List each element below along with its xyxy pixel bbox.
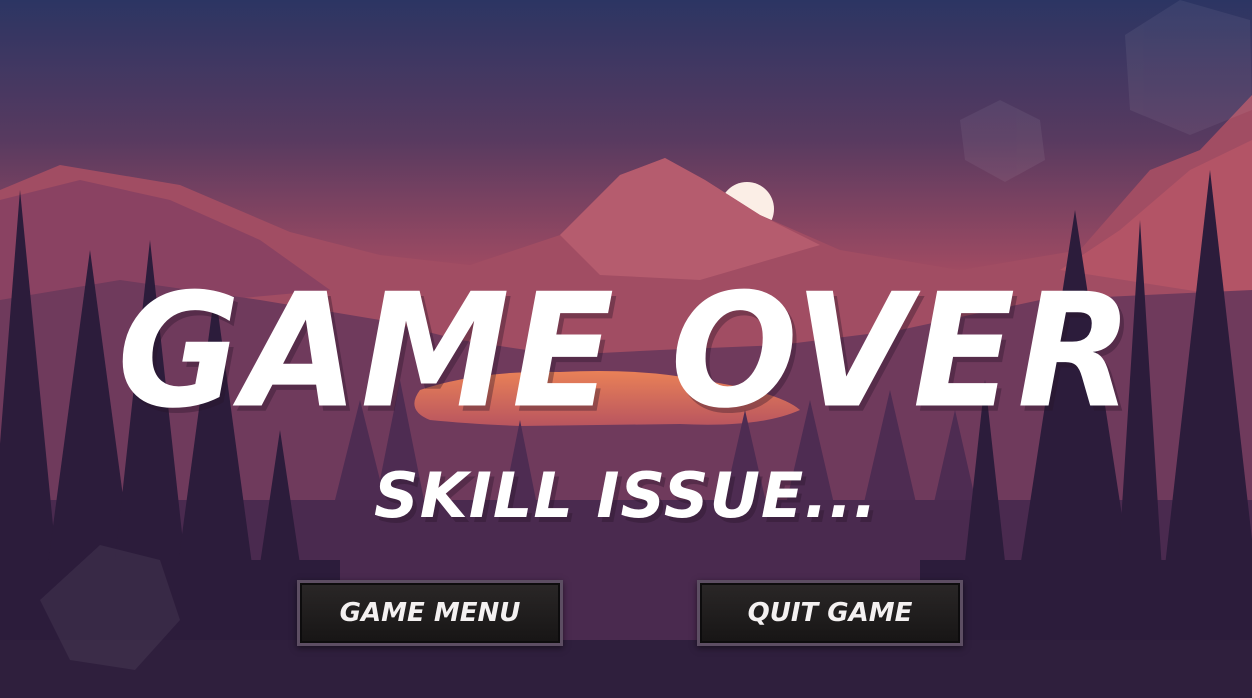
game-menu-button[interactable]: GAME MENU: [297, 580, 563, 646]
ground: [0, 640, 1252, 698]
game-over-title: GAME OVER: [117, 260, 1135, 444]
subtitle-text: SKILL ISSUE...: [374, 459, 878, 532]
quit-game-button[interactable]: QUIT GAME: [697, 580, 963, 646]
